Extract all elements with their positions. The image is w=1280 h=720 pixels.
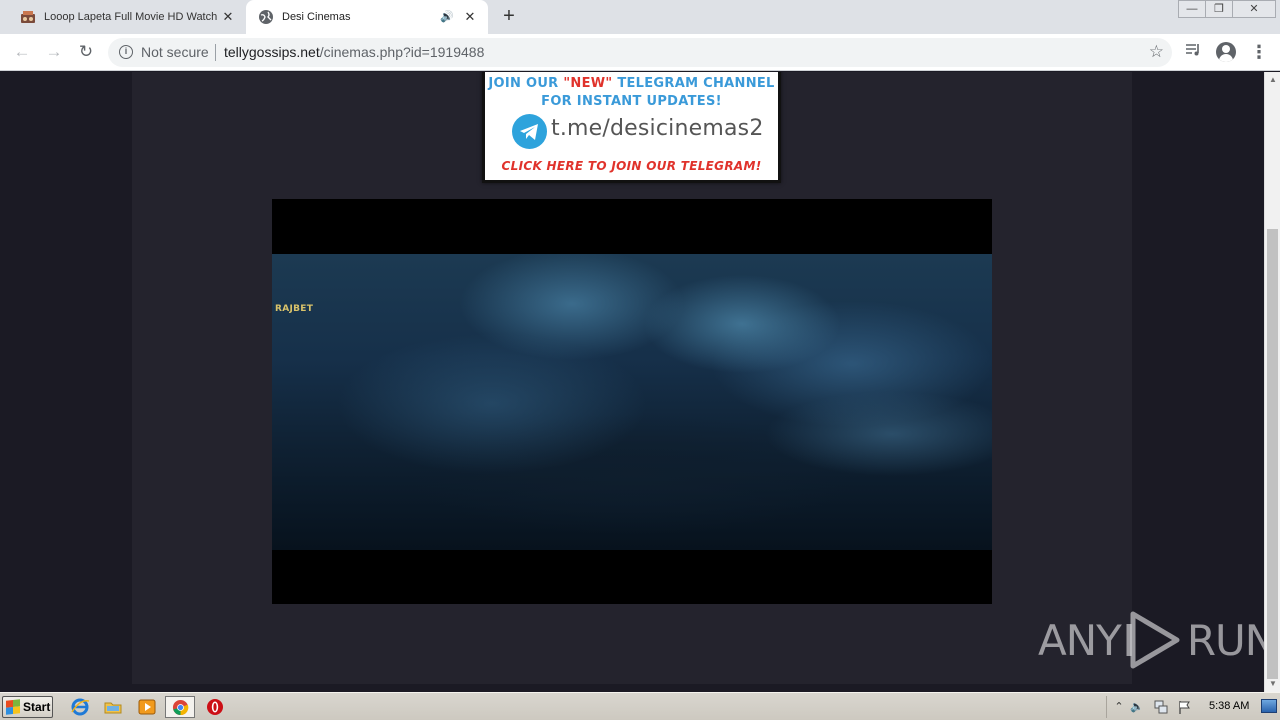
info-icon[interactable]: i	[119, 45, 133, 59]
banner-subheadline: FOR INSTANT UPDATES!	[541, 94, 722, 109]
forward-arrow-icon[interactable]: →	[42, 41, 66, 65]
action-center-flag-icon[interactable]	[1177, 699, 1193, 715]
bookmark-star-icon[interactable]: ☆	[1149, 42, 1164, 62]
volume-icon[interactable]: 🔈	[1129, 699, 1145, 715]
tab-title: Looop Lapeta Full Movie HD Watch Online	[44, 11, 220, 23]
tab-desi-cinemas[interactable]: Desi Cinemas 🔊 ✕	[246, 0, 488, 34]
scroll-up-arrow-icon[interactable]: ▲	[1265, 72, 1280, 88]
chrome-taskbar-button[interactable]	[165, 696, 195, 718]
internet-explorer-icon[interactable]	[70, 697, 90, 717]
window-controls: — ❐ ✕	[1178, 0, 1276, 18]
movie-site-favicon-icon	[20, 9, 36, 25]
play-triangle-icon	[1126, 611, 1180, 669]
tab-looop-lapeta[interactable]: Looop Lapeta Full Movie HD Watch Online …	[8, 0, 246, 34]
tab-title: Desi Cinemas	[282, 11, 351, 23]
page-viewport: JOIN OUR "NEW" TELEGRAM CHANNEL FOR INST…	[0, 72, 1264, 692]
scrollbar-thumb[interactable]	[1267, 229, 1278, 679]
telegram-banner[interactable]: JOIN OUR "NEW" TELEGRAM CHANNEL FOR INST…	[482, 72, 781, 183]
url-path: /cinemas.php?id=1919488	[319, 44, 485, 60]
scroll-down-arrow-icon[interactable]: ▼	[1265, 676, 1280, 692]
minimize-button[interactable]: —	[1178, 0, 1206, 18]
url-host: tellygossips.net	[224, 44, 320, 60]
video-watermark: RAJBET	[275, 304, 314, 314]
file-explorer-icon[interactable]	[103, 697, 123, 717]
start-button[interactable]: Start	[2, 696, 53, 718]
anyrun-logo-right-text: RUN	[1186, 615, 1264, 665]
globe-icon	[258, 9, 274, 25]
chrome-icon	[172, 699, 189, 716]
restore-button[interactable]: ❐	[1205, 0, 1233, 18]
new-tab-button[interactable]: +	[498, 6, 520, 28]
anyrun-watermark-logo: ANY RUN	[1038, 610, 1264, 670]
opera-icon[interactable]	[205, 697, 225, 717]
tab-close-icon[interactable]: ✕	[462, 9, 478, 25]
profile-avatar-icon[interactable]	[1216, 42, 1236, 62]
windows-flag-icon	[6, 699, 20, 715]
telegram-handle[interactable]: t.me/desicinemas2	[551, 116, 764, 141]
browser-toolbar: ← → ↻ i Not secure tellygossips.net/cine…	[0, 34, 1280, 71]
tab-close-icon[interactable]: ✕	[220, 9, 236, 25]
tray-expand-icon[interactable]: ⌃	[1111, 699, 1127, 715]
browser-tab-strip: Looop Lapeta Full Movie HD Watch Online …	[0, 0, 1280, 34]
anyrun-logo-left-text: ANY	[1038, 615, 1122, 665]
telegram-icon	[512, 114, 547, 149]
banner-headline-prefix: JOIN OUR	[488, 76, 559, 91]
banner-cta-link[interactable]: CLICK HERE TO JOIN OUR TELEGRAM!	[485, 159, 778, 173]
reload-icon[interactable]: ↻	[74, 41, 98, 65]
show-desktop-button[interactable]	[1261, 699, 1277, 713]
video-frame[interactable]: RAJBET	[272, 254, 992, 550]
taskbar-clock[interactable]: 5:38 AM	[1209, 700, 1249, 712]
audio-playing-icon[interactable]: 🔊	[440, 10, 454, 24]
back-arrow-icon[interactable]: ←	[10, 41, 34, 65]
browser-menu-icon[interactable]: ⋮	[1250, 40, 1268, 64]
media-player-icon[interactable]	[137, 697, 157, 717]
media-controls-icon[interactable]	[1183, 41, 1203, 63]
address-bar[interactable]: i Not secure tellygossips.net/cinemas.ph…	[108, 38, 1172, 67]
start-label: Start	[23, 700, 51, 714]
security-label[interactable]: Not secure	[141, 44, 209, 60]
windows-taskbar: Start ⌃ 🔈 5:38 AM	[0, 692, 1280, 720]
video-player[interactable]: RAJBET	[272, 199, 992, 604]
omnibox-divider	[215, 44, 216, 61]
network-icon[interactable]	[1153, 699, 1169, 715]
banner-new-highlight: "NEW"	[563, 76, 613, 91]
url-text[interactable]: tellygossips.net/cinemas.php?id=1919488	[224, 44, 484, 60]
page-scrollbar[interactable]: ▲ ▼	[1264, 72, 1280, 692]
system-tray: ⌃ 🔈 5:38 AM	[1106, 696, 1280, 718]
banner-headline-suffix: TELEGRAM CHANNEL	[617, 76, 775, 91]
banner-headline: JOIN OUR "NEW" TELEGRAM CHANNEL	[485, 76, 778, 91]
window-close-button[interactable]: ✕	[1232, 0, 1276, 18]
